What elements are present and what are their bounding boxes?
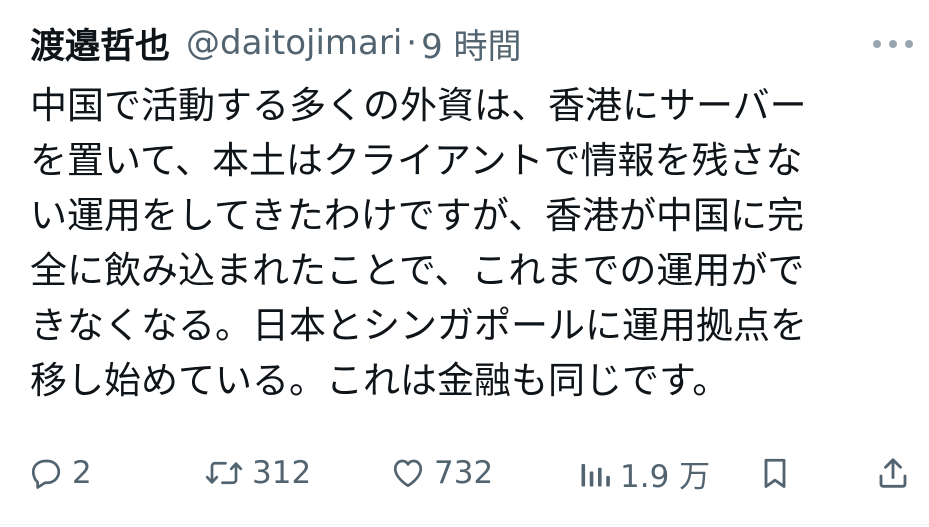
bookmark-icon <box>764 458 786 488</box>
like-count: 732 <box>434 455 494 491</box>
display-name[interactable]: 渡邉哲也 <box>30 18 170 69</box>
tweet[interactable]: 渡邉哲也 @daitojimari · 9 時間 中国で活動する多くの外資は、香… <box>0 0 929 527</box>
separator-dot: · <box>406 23 418 63</box>
analytics-icon <box>581 464 610 487</box>
reply-count: 2 <box>72 455 92 491</box>
more-dot <box>889 40 897 48</box>
share-icon <box>879 458 907 488</box>
more-dot <box>873 40 881 48</box>
reply-icon <box>31 459 61 489</box>
retweet-count: 312 <box>252 455 312 491</box>
tweet-text: 中国で活動する多くの外資は、香港にサーバー を置いて、本土はクライアントで情報を… <box>30 84 807 402</box>
views-button[interactable]: 1.9 万 <box>578 448 710 498</box>
like-button[interactable]: 732 <box>390 448 493 498</box>
more-dot <box>905 40 913 48</box>
retweet-icon <box>205 461 243 485</box>
tweet-header: 渡邉哲也 @daitojimari · 9 時間 <box>30 18 522 68</box>
heart-icon <box>393 459 423 488</box>
retweet-button[interactable]: 312 <box>204 448 311 498</box>
user-handle[interactable]: @daitojimari <box>186 23 402 63</box>
more-options-icon[interactable] <box>873 38 913 50</box>
views-count: 1.9 万 <box>620 458 711 495</box>
bookmark-button[interactable] <box>758 448 792 498</box>
share-button[interactable] <box>876 448 910 498</box>
divider <box>0 524 929 525</box>
tweet-actions: 2 312 732 1.9 万 <box>0 448 929 498</box>
reply-button[interactable]: 2 <box>28 448 92 498</box>
tweet-timestamp[interactable]: 9 時間 <box>421 19 521 68</box>
